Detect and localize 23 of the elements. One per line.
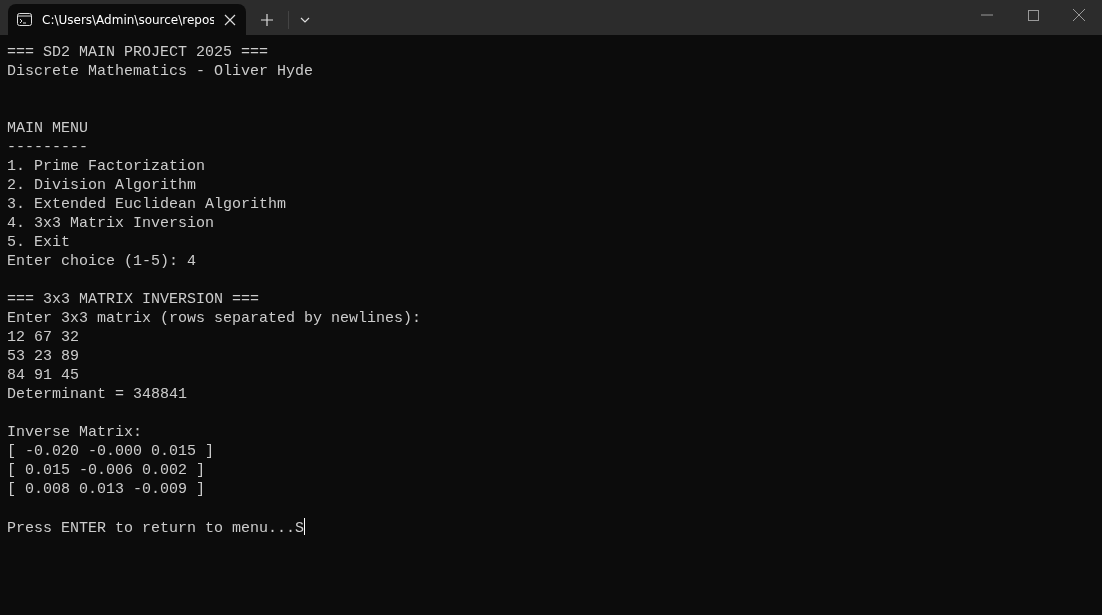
console-line: MAIN MENU: [7, 120, 88, 137]
terminal-icon: [17, 13, 32, 26]
console-line: 3. Extended Euclidean Algorithm: [7, 196, 287, 213]
console-line: 53 23 89: [7, 348, 79, 365]
console-line: 2. Division Algorithm: [7, 177, 197, 194]
console-line: 12 67 32: [7, 329, 79, 346]
console-line: === SD2 MAIN PROJECT 2025 ===: [7, 44, 269, 61]
console-line: [ 0.008 0.013 -0.009 ]: [7, 481, 206, 498]
console-line: [ 0.015 -0.006 0.002 ]: [7, 462, 206, 479]
console-line: 5. Exit: [7, 234, 70, 251]
console-line: 1. Prime Factorization: [7, 158, 206, 175]
console-line: 4. 3x3 Matrix Inversion: [7, 215, 215, 232]
console-line: ---------: [7, 139, 88, 156]
console-line: Inverse Matrix:: [7, 424, 143, 441]
console-line: Discrete Mathematics - Oliver Hyde: [7, 63, 314, 80]
console-line: Determinant = 348841: [7, 386, 188, 403]
close-tab-icon[interactable]: [224, 13, 236, 26]
console-line: === 3x3 MATRIX INVERSION ===: [7, 291, 260, 308]
console-line: Enter choice (1-5): 4: [7, 253, 197, 270]
console-line: 84 91 45: [7, 367, 79, 384]
console-line: Press ENTER to return to menu...S: [7, 520, 305, 537]
console-line: Enter 3x3 matrix (rows separated by newlines):: [7, 310, 422, 327]
console-line: [ -0.020 -0.000 0.015 ]: [7, 443, 215, 460]
